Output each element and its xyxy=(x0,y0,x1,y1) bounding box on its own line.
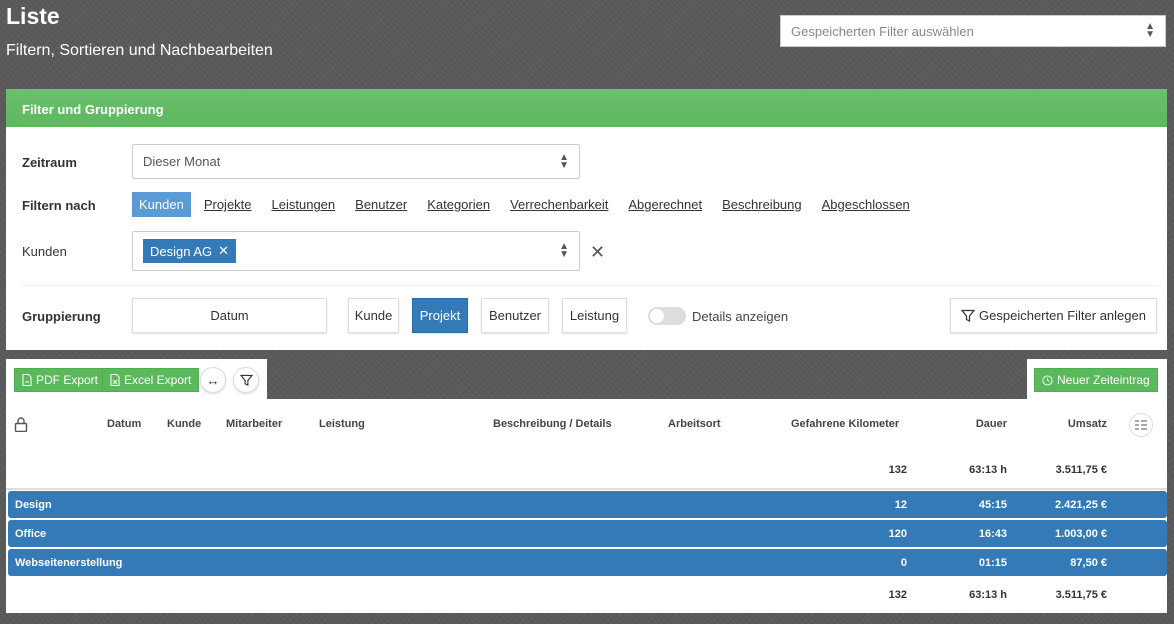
filter-tab-kunden[interactable]: Kunden xyxy=(132,192,191,217)
total-dauer: 63:13 h xyxy=(969,589,1007,601)
group-dauer: 16:43 xyxy=(978,528,1007,540)
zeitraum-label: Zeitraum xyxy=(22,155,77,170)
kunden-tag: Design AG ✕ xyxy=(143,239,237,263)
total-row-bottom: 132 63:13 h 3.511,75 € xyxy=(6,577,1167,613)
clear-filter-icon[interactable]: ✕ xyxy=(590,242,605,263)
total-kilometer: 132 xyxy=(888,589,907,601)
filter-tab-verrechenbarkeit[interactable]: Verrechenbarkeit xyxy=(503,192,615,217)
group-kunde-button[interactable]: Kunde xyxy=(348,298,399,333)
zeitraum-value: Dieser Monat xyxy=(143,154,221,169)
group-row[interactable]: Office 120 16:43 1.003,00 € xyxy=(8,520,1167,547)
expand-width-button[interactable]: ↔ xyxy=(200,367,226,393)
tag-remove-icon[interactable]: ✕ xyxy=(218,243,229,259)
col-header-arbeitsort[interactable]: Arbeitsort xyxy=(668,418,721,430)
filtern-nach-label: Filtern nach xyxy=(22,198,96,213)
save-filter-button[interactable]: Gespeicherten Filter anlegen xyxy=(950,298,1157,333)
filter-tab-abgerechnet[interactable]: Abgerechnet xyxy=(621,192,709,217)
total-row-top: 132 63:13 h 3.511,75 € xyxy=(6,452,1167,488)
page-subtitle: Filtern, Sortieren und Nachbearbeiten xyxy=(6,42,273,59)
filter-panel: Filter und Gruppierung Zeitraum Dieser M… xyxy=(6,89,1167,350)
col-header-beschreibung[interactable]: Beschreibung / Details xyxy=(493,418,612,430)
filter-tab-leistungen[interactable]: Leistungen xyxy=(265,192,343,217)
total-dauer: 63:13 h xyxy=(969,464,1007,476)
zeitraum-select[interactable]: Dieser Monat ▲ ▼ xyxy=(132,144,580,179)
pdf-export-button[interactable]: PDF Export xyxy=(14,368,107,392)
group-projekt-button[interactable]: Projekt xyxy=(412,298,468,333)
chevron-updown-icon: ▲ ▼ xyxy=(559,241,569,260)
col-header-umsatz[interactable]: Umsatz xyxy=(1037,418,1107,430)
col-header-datum[interactable]: Datum xyxy=(107,418,141,430)
saved-filter-placeholder: Gespeicherten Filter auswählen xyxy=(791,23,974,39)
filter-icon xyxy=(961,309,976,322)
arrows-horizontal-icon: ↔ xyxy=(206,372,220,388)
toggle-knob xyxy=(650,309,664,323)
filter-tab-abgeschlossen[interactable]: Abgeschlossen xyxy=(815,192,917,217)
filter-tabs: Kunden Projekte Leistungen Benutzer Kate… xyxy=(132,192,923,217)
chevron-updown-icon: ▲ ▼ xyxy=(1145,21,1155,40)
group-leistung-button[interactable]: Leistung xyxy=(562,298,627,333)
column-menu-button[interactable] xyxy=(1129,413,1153,437)
col-header-kilometer[interactable]: Gefahrene Kilometer xyxy=(791,418,899,430)
group-umsatz: 1.003,00 € xyxy=(1055,528,1107,540)
clock-icon xyxy=(1042,374,1053,386)
gruppierung-label: Gruppierung xyxy=(22,309,101,324)
col-header-leistung[interactable]: Leistung xyxy=(319,418,365,430)
divider xyxy=(22,285,1157,286)
filter-toggle-button[interactable] xyxy=(233,367,259,393)
file-pdf-icon xyxy=(22,374,32,386)
chevron-updown-icon: ▲ ▼ xyxy=(559,151,569,171)
divider xyxy=(6,488,1167,490)
save-filter-label: Gespeicherten Filter anlegen xyxy=(979,308,1146,323)
kunden-tag-label: Design AG xyxy=(150,243,213,259)
group-kilometer: 12 xyxy=(894,499,907,511)
total-umsatz: 3.511,75 € xyxy=(1055,589,1107,601)
list-icon xyxy=(1135,420,1147,430)
panel-header: Filter und Gruppierung xyxy=(6,89,1167,127)
filter-tab-beschreibung[interactable]: Beschreibung xyxy=(715,192,809,217)
group-kilometer: 120 xyxy=(888,528,907,540)
group-umsatz: 2.421,25 € xyxy=(1055,499,1107,511)
excel-export-button[interactable]: Excel Export xyxy=(102,368,200,392)
group-kilometer: 0 xyxy=(900,557,907,569)
kunden-multiselect[interactable]: Design AG ✕ ▲ ▼ xyxy=(132,231,580,271)
group-umsatz: 87,50 € xyxy=(1070,557,1107,569)
new-entry-button[interactable]: Neuer Zeiteintrag xyxy=(1034,368,1158,392)
group-name: Office xyxy=(15,528,47,540)
lock-icon[interactable] xyxy=(14,417,28,432)
total-kilometer: 132 xyxy=(888,464,907,476)
details-toggle[interactable] xyxy=(648,307,686,325)
col-header-mitarbeiter[interactable]: Mitarbeiter xyxy=(226,418,282,430)
group-datum-button[interactable]: Datum xyxy=(132,298,327,333)
file-excel-icon xyxy=(110,374,120,386)
excel-export-label: Excel Export xyxy=(124,373,192,387)
group-row[interactable]: Design 12 45:15 2.421,25 € xyxy=(8,491,1167,518)
filter-tab-benutzer[interactable]: Benutzer xyxy=(348,192,414,217)
group-name: Design xyxy=(15,499,52,511)
group-row[interactable]: Webseitenerstellung 0 01:15 87,50 € xyxy=(8,549,1167,576)
total-umsatz: 3.511,75 € xyxy=(1055,464,1107,476)
col-header-kunde[interactable]: Kunde xyxy=(167,418,201,430)
kunden-label: Kunden xyxy=(22,244,67,259)
new-entry-label: Neuer Zeiteintrag xyxy=(1057,373,1150,387)
filter-icon xyxy=(239,374,253,386)
saved-filter-select[interactable]: Gespeicherten Filter auswählen ▲ ▼ xyxy=(780,15,1166,47)
page-title: Liste xyxy=(6,3,60,29)
group-benutzer-button[interactable]: Benutzer xyxy=(481,298,549,333)
group-name: Webseitenerstellung xyxy=(15,557,123,569)
group-dauer: 45:15 xyxy=(978,499,1007,511)
details-toggle-label: Details anzeigen xyxy=(692,309,789,324)
time-table: Datum Kunde Mitarbeiter Leistung Beschre… xyxy=(6,399,1167,613)
pdf-export-label: PDF Export xyxy=(36,373,99,387)
group-dauer: 01:15 xyxy=(978,557,1007,569)
filter-tab-kategorien[interactable]: Kategorien xyxy=(420,192,497,217)
filter-tab-projekte[interactable]: Projekte xyxy=(197,192,259,217)
col-header-dauer[interactable]: Dauer xyxy=(957,418,1007,430)
